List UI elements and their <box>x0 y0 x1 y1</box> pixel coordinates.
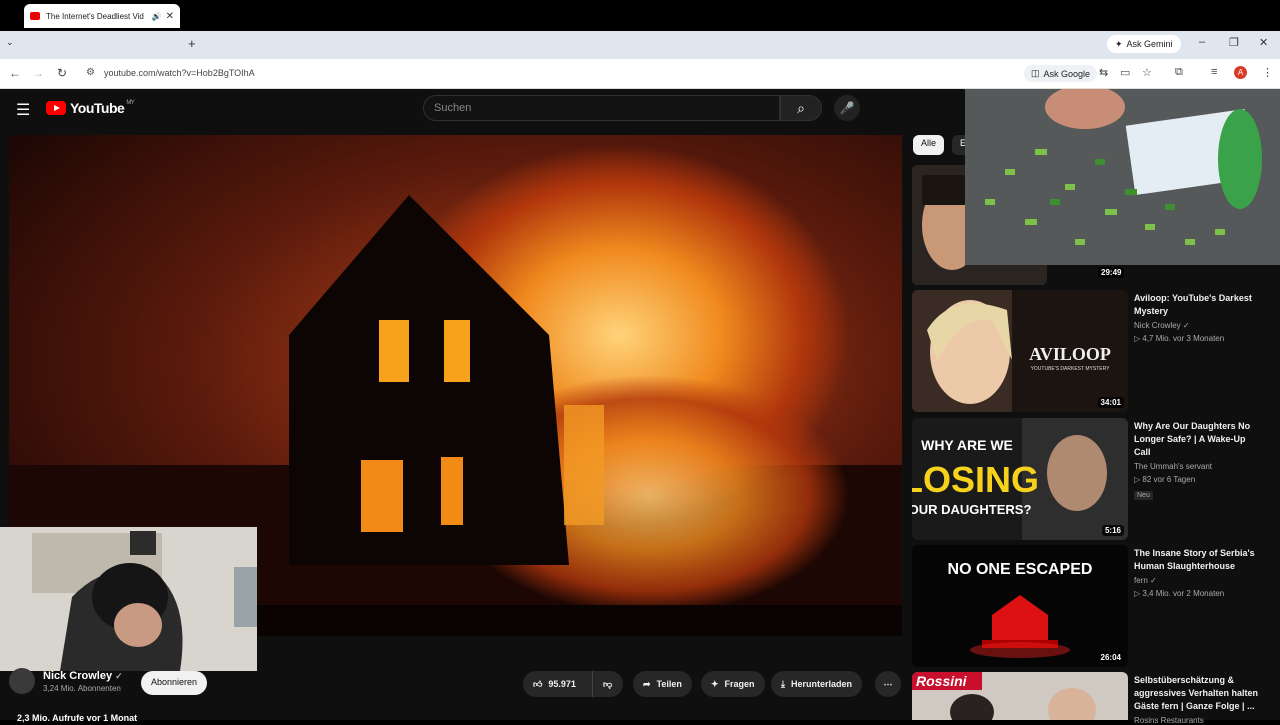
video-thumbnail[interactable]: WHY ARE WE LOSING OUR DAUGHTERS? 5:16 <box>912 418 1128 540</box>
video-title[interactable]: Why Are Our Daughters No Longer Safe? | … <box>1134 420 1264 459</box>
thumb-text-1: WHY ARE WE <box>921 437 1013 453</box>
thumbs-down-icon: 👎︎ <box>603 678 613 689</box>
download-button[interactable]: ⤓ Herunterladen <box>771 671 862 697</box>
ask-button[interactable]: ✦ Fragen <box>701 671 765 697</box>
recommendation-item[interactable]: NO ONE ESCAPED 26:04 The Insane Story of… <box>912 545 1272 667</box>
subscriber-count: 3,24 Mio. Abonnenten <box>43 683 121 693</box>
verified-icon: ✓ <box>1182 321 1190 330</box>
tab-title: The Internet's Deadliest Vid <box>46 11 144 21</box>
share-icon: ➦ <box>643 678 651 689</box>
share-label: Teilen <box>656 679 682 689</box>
voice-search-button[interactable]: 🎤 <box>834 95 860 121</box>
restore-icon[interactable]: ❐ <box>1229 36 1239 49</box>
ask-gemini-label: Ask Gemini <box>1126 39 1173 49</box>
recommendation-item[interactable]: Rossini Selbstüberschätzung & aggressive… <box>912 672 1272 725</box>
share-button[interactable]: ➦ Teilen <box>633 671 692 697</box>
search-button[interactable]: ⌕ <box>780 95 822 121</box>
browser-tab[interactable]: The Internet's Deadliest Vid 🔊 ✕ <box>24 4 180 28</box>
extensions-icon[interactable]: ⧉ <box>1175 66 1183 79</box>
recommendation-item[interactable]: WHY ARE WE LOSING OUR DAUGHTERS? 5:16 Wh… <box>912 418 1272 540</box>
ask-google-button[interactable]: ◫ Ask Google <box>1024 65 1098 82</box>
download-icon: ⤓ <box>781 678 785 689</box>
thumb-title: NO ONE ESCAPED <box>948 561 1093 578</box>
picture-in-picture-overlay[interactable] <box>965 89 1280 265</box>
webcam-overlay <box>0 527 257 671</box>
new-tab-icon[interactable]: + <box>188 36 196 51</box>
audio-playing-icon[interactable]: 🔊 <box>152 12 162 21</box>
channel-name[interactable]: The Ummah's servant <box>1134 462 1264 471</box>
youtube-play-icon <box>46 101 66 115</box>
sparkle-icon: ✦ <box>711 678 719 689</box>
search-icon: ⌕ <box>797 100 805 116</box>
like-count: 95.971 <box>548 679 576 689</box>
channel-name[interactable]: fern ✓ <box>1134 576 1264 585</box>
video-thumbnail[interactable]: NO ONE ESCAPED 26:04 <box>912 545 1128 667</box>
media-controls-icon[interactable]: ≡ <box>1211 66 1217 78</box>
channel-name[interactable]: Nick Crowley ✓ <box>1134 321 1264 330</box>
thumb-text-2: LOSING <box>912 459 1039 500</box>
mic-icon: 🎤 <box>839 101 855 115</box>
video-views: ▷ 4,7 Mio. vor 3 Monaten <box>1134 334 1225 343</box>
thumbs-up-icon: 👍︎ <box>533 678 543 689</box>
url-field[interactable]: youtube.com/watch?v=Hob2BgTOIhA <box>104 68 255 78</box>
hamburger-menu-icon[interactable]: ☰ <box>16 100 30 120</box>
video-title[interactable]: Selbstüberschätzung & aggressives Verhal… <box>1134 674 1264 713</box>
channel-name[interactable]: Rosins Restaurants <box>1134 716 1264 725</box>
thumb-text-3: OUR DAUGHTERS? <box>912 502 1031 517</box>
recommendation-item[interactable]: AVILOOP YOUTUBE'S DARKEST MYSTERY 34:01 … <box>912 290 1272 412</box>
dislike-button[interactable]: 👎︎ <box>592 671 623 697</box>
youtube-favicon-icon <box>30 12 40 20</box>
lens-icon: ◫ <box>1031 68 1040 78</box>
tab-search-icon[interactable]: ⌄ <box>6 37 14 48</box>
video-thumbnail[interactable]: Rossini <box>912 672 1128 720</box>
verified-icon: ✓ <box>115 670 123 681</box>
more-actions-button[interactable]: ⋯ <box>875 671 901 697</box>
reload-icon[interactable]: ↻ <box>57 66 67 80</box>
ask-label: Fragen <box>724 679 755 689</box>
video-duration: 34:01 <box>1097 397 1124 408</box>
more-icon: ⋯ <box>883 678 893 689</box>
forward-icon[interactable]: → <box>32 66 44 80</box>
channel-name[interactable]: Nick Crowley ✓ <box>43 670 123 682</box>
ask-gemini-button[interactable]: ✦ Ask Gemini <box>1107 35 1181 53</box>
bookmark-star-icon[interactable]: ☆ <box>1142 66 1152 79</box>
close-window-icon[interactable]: ✕ <box>1259 36 1268 49</box>
subscribe-button[interactable]: Abonnieren <box>141 671 208 695</box>
thumb-subtitle: YOUTUBE'S DARKEST MYSTERY <box>1031 366 1111 372</box>
sparkle-icon: ✦ <box>1115 38 1123 49</box>
video-thumbnail[interactable]: AVILOOP YOUTUBE'S DARKEST MYSTERY 34:01 <box>912 290 1128 412</box>
video-views: ▷ 3,4 Mio. vor 2 Monaten <box>1134 589 1225 598</box>
cast-icon[interactable]: ▭ <box>1120 66 1130 79</box>
region-code: MY <box>126 100 135 106</box>
site-info-icon[interactable]: ⚙ <box>86 67 95 78</box>
back-icon[interactable]: ← <box>9 66 21 80</box>
video-views: ▷ 82 vor 6 Tagen <box>1134 475 1196 484</box>
youtube-logo[interactable]: YouTube MY <box>46 100 135 116</box>
logo-text: YouTube <box>70 100 125 116</box>
profile-avatar[interactable]: A <box>1234 66 1247 79</box>
like-button[interactable]: 👍︎ 95.971 <box>523 671 592 697</box>
minimize-icon[interactable]: – <box>1199 36 1205 48</box>
streamer-webcam-image <box>0 527 257 671</box>
download-label: Herunterladen <box>790 679 852 689</box>
video-duration: 29:49 <box>1098 267 1125 278</box>
search-input[interactable]: Suchen <box>423 95 780 121</box>
video-title[interactable]: Aviloop: YouTube's Darkest Mystery <box>1134 292 1264 318</box>
close-tab-icon[interactable]: ✕ <box>166 11 174 22</box>
ask-google-label: Ask Google <box>1043 68 1091 79</box>
new-badge: Neu <box>1134 491 1153 500</box>
video-duration: 5:16 <box>1101 525 1124 536</box>
video-duration: 26:04 <box>1097 652 1124 663</box>
thumb-title: AVILOOP <box>1029 344 1111 364</box>
lego-building-image <box>965 89 1280 265</box>
video-title[interactable]: The Insane Story of Serbia's Human Slaug… <box>1134 547 1264 573</box>
channel-info[interactable]: Nick Crowley ✓ 3,24 Mio. Abonnenten <box>9 668 123 694</box>
channel-avatar[interactable] <box>9 668 35 694</box>
verified-icon: ✓ <box>1150 576 1157 585</box>
screen-top-bar <box>0 0 1280 31</box>
more-menu-icon[interactable]: ⋮ <box>1262 66 1273 79</box>
translate-icon[interactable]: ⇆ <box>1099 66 1108 79</box>
view-stats: 2,3 Mio. Aufrufe vor 1 Monat <box>17 713 138 723</box>
thumb-logo: Rossini <box>916 673 968 689</box>
